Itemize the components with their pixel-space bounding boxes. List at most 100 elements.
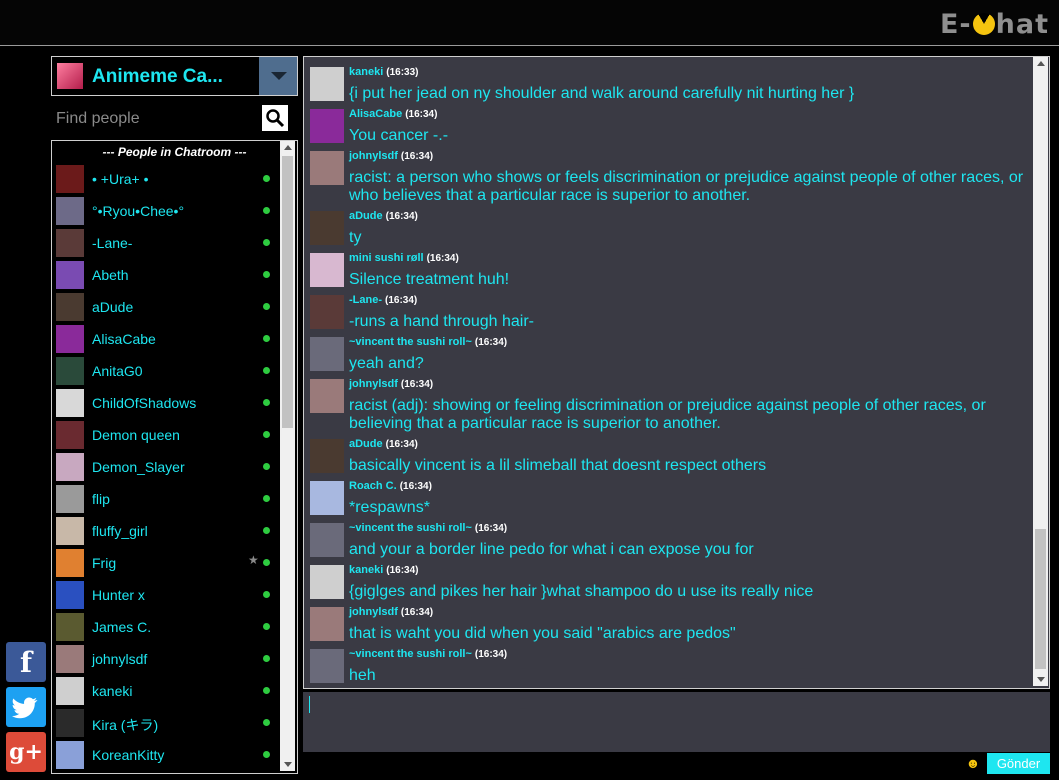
avatar	[56, 741, 84, 769]
twitter-button[interactable]	[6, 687, 46, 727]
author-name: johnylsdf	[349, 378, 398, 390]
avatar[interactable]	[310, 337, 344, 371]
online-status-icon	[263, 335, 270, 342]
scroll-down-icon[interactable]	[1037, 677, 1045, 682]
avatar[interactable]	[310, 67, 344, 101]
avatar[interactable]	[310, 607, 344, 641]
online-status-icon	[263, 623, 270, 630]
message-text: ty	[349, 229, 362, 246]
send-button[interactable]: Gönder	[987, 753, 1050, 774]
message-author[interactable]: ~vincent the sushi roll~ (16:34)	[349, 522, 507, 534]
message-author[interactable]: johnylsdf (16:34)	[349, 378, 433, 390]
message-text: -runs a hand through hair-	[349, 313, 534, 330]
room-selector[interactable]: Animeme Ca...	[51, 56, 298, 96]
person-name: °•Ryou•Chee•°	[92, 203, 185, 219]
scroll-up-icon[interactable]	[1037, 61, 1045, 66]
online-status-icon	[263, 591, 270, 598]
message-text: {i put her jead on ny shoulder and walk …	[349, 85, 855, 102]
author-name: ~vincent the sushi roll~	[349, 522, 472, 534]
message-time: (16:34)	[474, 649, 508, 660]
avatar[interactable]	[310, 253, 344, 287]
list-item[interactable]: kaneki	[52, 675, 297, 707]
list-item[interactable]: flip	[52, 483, 297, 515]
message-author[interactable]: ~vincent the sushi roll~ (16:34)	[349, 648, 507, 660]
message-input[interactable]	[303, 692, 1050, 752]
avatar	[56, 549, 84, 577]
messages-scrollbar[interactable]	[1033, 57, 1048, 686]
message-time: (16:34)	[474, 523, 508, 534]
list-item[interactable]: KoreanKitty	[52, 739, 297, 771]
list-item[interactable]: AnitaG0	[52, 355, 297, 387]
message-text: heh	[349, 667, 376, 684]
avatar[interactable]	[310, 109, 344, 143]
people-list: --- People in Chatroom --- • +Ura+ • °•Ry…	[51, 140, 298, 774]
online-status-icon	[263, 751, 270, 758]
pacman-logo-icon	[972, 13, 995, 35]
author-name: aDude	[349, 438, 383, 450]
message-author[interactable]: ~vincent the sushi roll~ (16:34)	[349, 336, 507, 348]
find-people-input[interactable]	[51, 102, 256, 136]
list-item[interactable]: AlisaCabe	[52, 323, 297, 355]
list-item[interactable]: aDude	[52, 291, 297, 323]
person-name: Demon queen	[92, 427, 180, 443]
message-author[interactable]: AlisaCabe (16:34)	[349, 108, 437, 120]
avatar[interactable]	[310, 295, 344, 329]
avatar[interactable]	[310, 523, 344, 557]
list-item[interactable]: • +Ura+ •	[52, 163, 297, 195]
googleplus-button[interactable]: g+	[6, 732, 46, 772]
avatar[interactable]	[310, 649, 344, 683]
message-author[interactable]: johnylsdf (16:34)	[349, 150, 433, 162]
avatar[interactable]	[310, 481, 344, 515]
room-dropdown-button[interactable]	[259, 57, 297, 95]
people-scroll-thumb[interactable]	[282, 156, 293, 428]
message-author[interactable]: aDude (16:34)	[349, 210, 418, 222]
list-item[interactable]: James C.	[52, 611, 297, 643]
list-item[interactable]: -Lane-	[52, 227, 297, 259]
avatar	[56, 517, 84, 545]
scroll-down-icon[interactable]	[284, 762, 292, 767]
list-item[interactable]: Demon_Slayer	[52, 451, 297, 483]
message-author[interactable]: -Lane- (16:34)	[349, 294, 417, 306]
author-name: mini sushi røll	[349, 252, 424, 264]
message-time: (16:34)	[474, 337, 508, 348]
find-people-field[interactable]	[51, 102, 256, 136]
online-status-icon	[263, 399, 270, 406]
people-scrollbar[interactable]	[280, 141, 295, 771]
list-item[interactable]: Demon queen	[52, 419, 297, 451]
message-author[interactable]: kaneki (16:33)	[349, 66, 419, 78]
list-item[interactable]: Hunter x	[52, 579, 297, 611]
scroll-up-icon[interactable]	[284, 145, 292, 150]
person-name: KoreanKitty	[92, 747, 165, 763]
list-item[interactable]: Abeth	[52, 259, 297, 291]
avatar	[56, 229, 84, 257]
list-item[interactable]: ChildOfShadows	[52, 387, 297, 419]
list-item[interactable]: Kira (キラ)	[52, 707, 297, 739]
message-author[interactable]: Roach C. (16:34)	[349, 480, 432, 492]
avatar[interactable]	[310, 151, 344, 185]
echat-logo[interactable]: E-hat	[940, 9, 1049, 40]
list-item[interactable]: johnylsdf	[52, 643, 297, 675]
online-status-icon	[263, 527, 270, 534]
emoji-icon[interactable]: ☻	[964, 754, 982, 772]
avatar[interactable]	[310, 379, 344, 413]
online-status-icon	[263, 655, 270, 662]
message-text: basically vincent is a lil slimeball tha…	[349, 457, 767, 474]
list-item[interactable]: fluffy_girl	[52, 515, 297, 547]
message-time: (16:34)	[400, 151, 434, 162]
avatar[interactable]	[310, 565, 344, 599]
search-button[interactable]	[262, 105, 288, 131]
avatar[interactable]	[310, 439, 344, 473]
online-status-icon	[263, 303, 270, 310]
avatar[interactable]	[310, 211, 344, 245]
message-author[interactable]: mini sushi røll (16:34)	[349, 252, 459, 264]
list-item[interactable]: Frig ★	[52, 547, 297, 579]
author-name: aDude	[349, 210, 383, 222]
chevron-down-icon	[271, 72, 287, 80]
list-item[interactable]: °•Ryou•Chee•°	[52, 195, 297, 227]
message-author[interactable]: aDude (16:34)	[349, 438, 418, 450]
messages-scroll-thumb[interactable]	[1035, 529, 1046, 669]
facebook-button[interactable]: f	[6, 642, 46, 682]
message-author[interactable]: johnylsdf (16:34)	[349, 606, 433, 618]
author-name: johnylsdf	[349, 150, 398, 162]
message-author[interactable]: kaneki (16:34)	[349, 564, 419, 576]
